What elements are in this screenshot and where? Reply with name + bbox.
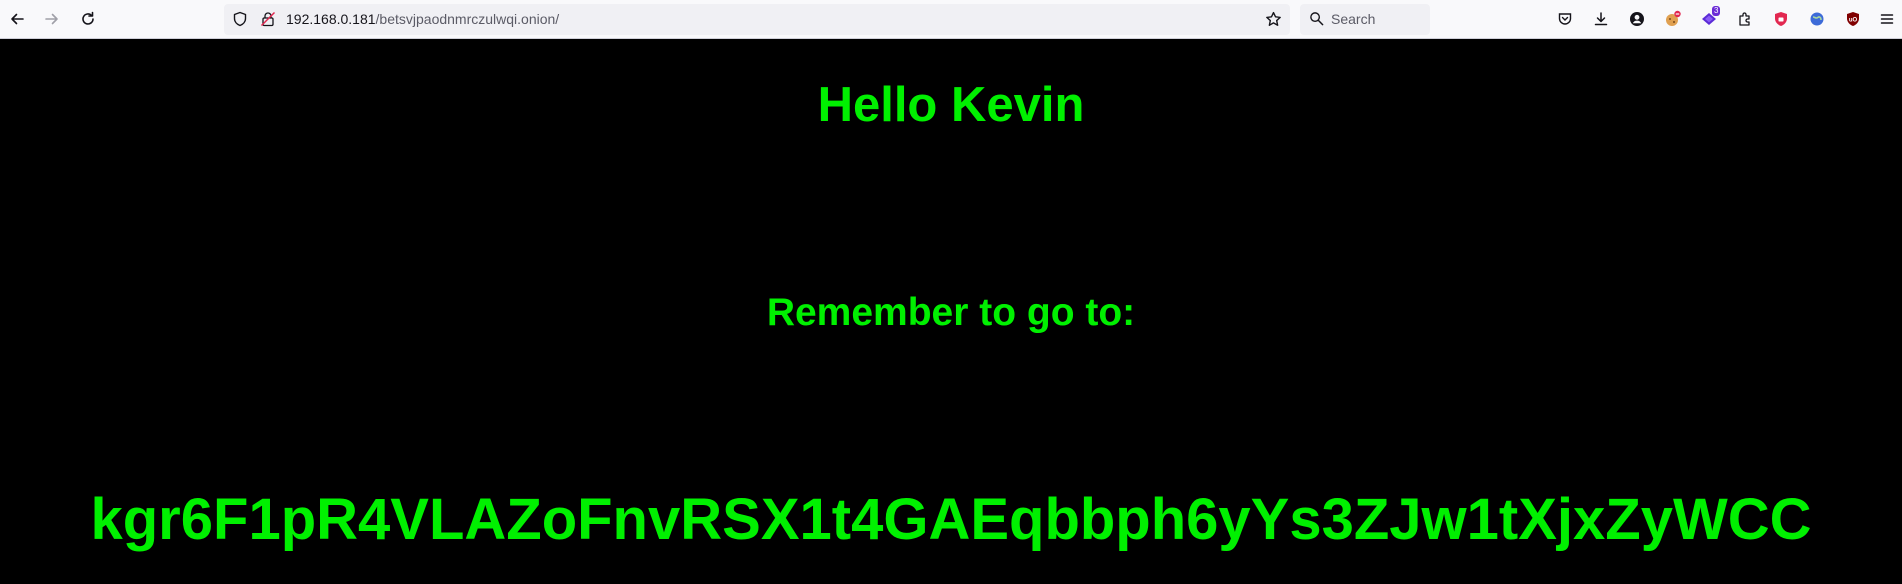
url-text[interactable]: 192.168.0.181/betsvjpaodnmrczulwqi.onion…	[286, 11, 559, 27]
search-icon	[1309, 11, 1324, 31]
reload-icon	[82, 11, 94, 25]
page-content: Hello Kevin Remember to go to: kgr6F1pR4…	[0, 39, 1902, 584]
download-icon	[1594, 12, 1608, 26]
reminder-heading: Remember to go to:	[766, 291, 1136, 334]
back-button[interactable]	[2, 4, 32, 34]
url-path: /betsvjpaodnmrczulwqi.onion/	[375, 11, 560, 27]
url-bar[interactable]: 192.168.0.181/betsvjpaodnmrczulwqi.onion…	[224, 4, 1290, 35]
extension-globe-button[interactable]	[1802, 4, 1832, 34]
secret-code-text: kgr6F1pR4VLAZoFnvRSX1t4GAEqbbph6yYs3ZJw1…	[90, 487, 1812, 552]
cookie-extension-icon	[1666, 10, 1681, 26]
extensions-button[interactable]	[1730, 4, 1760, 34]
extension-ublock-button[interactable]: uO	[1838, 4, 1868, 34]
red-shield-extension-icon	[1775, 12, 1787, 26]
extension-badge-count: 3	[1712, 6, 1721, 16]
extension-shield-red-button[interactable]	[1766, 4, 1796, 34]
forward-button[interactable]	[37, 4, 67, 34]
insecure-connection-lock-icon[interactable]	[260, 11, 276, 32]
bookmark-star-icon[interactable]	[1265, 11, 1282, 33]
downloads-button[interactable]	[1586, 4, 1616, 34]
url-host: 192.168.0.181	[286, 11, 376, 27]
hamburger-menu-icon	[1880, 14, 1894, 24]
search-placeholder: Search	[1331, 11, 1376, 27]
account-icon	[1630, 12, 1644, 26]
svg-text:uO: uO	[1849, 18, 1858, 24]
search-box[interactable]: Search	[1300, 4, 1430, 35]
tracking-protection-shield-icon[interactable]	[232, 11, 248, 32]
browser-toolbar: 192.168.0.181/betsvjpaodnmrczulwqi.onion…	[0, 0, 1902, 39]
extensions-puzzle-icon	[1739, 12, 1750, 26]
pocket-icon	[1558, 13, 1572, 25]
globe-extension-icon	[1810, 12, 1824, 26]
extension-purple-button[interactable]: 3	[1694, 4, 1724, 34]
account-button[interactable]	[1622, 4, 1652, 34]
pocket-button[interactable]	[1550, 4, 1580, 34]
menu-button[interactable]	[1872, 4, 1902, 34]
reload-button[interactable]	[73, 4, 103, 34]
back-arrow-icon	[11, 13, 24, 25]
extension-cookie-button[interactable]	[1658, 4, 1688, 34]
ublock-origin-icon: uO	[1847, 12, 1859, 26]
forward-arrow-icon	[45, 13, 58, 25]
greeting-heading: Hello Kevin	[817, 78, 1085, 132]
